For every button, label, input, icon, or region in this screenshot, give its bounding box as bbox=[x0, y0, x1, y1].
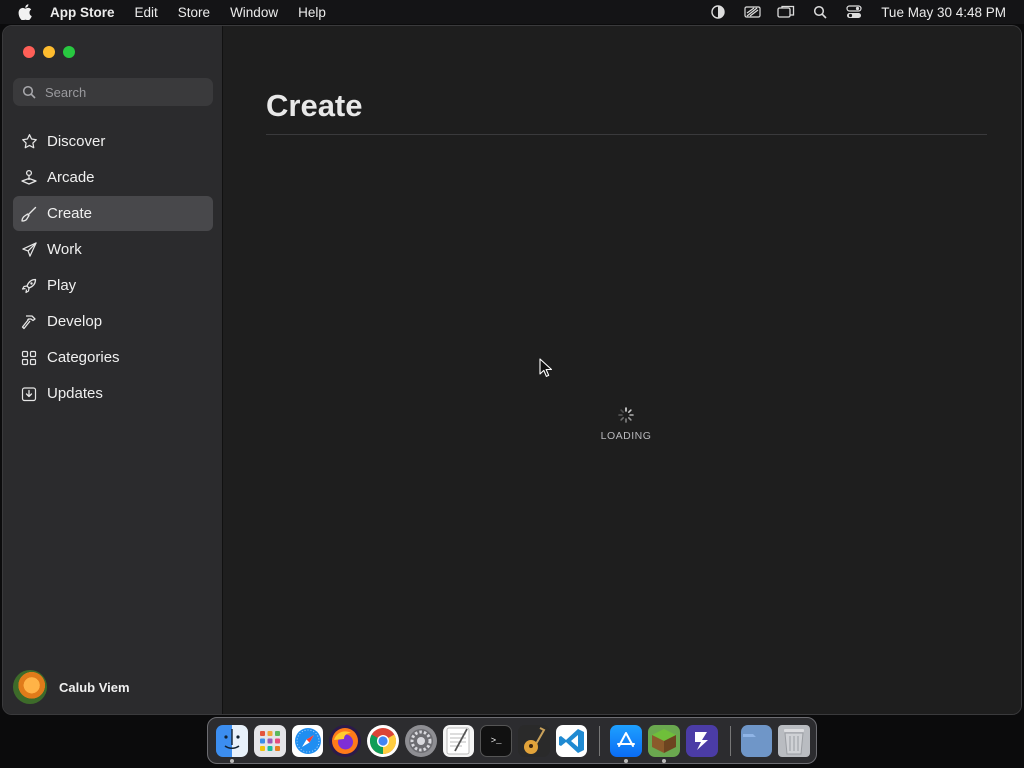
brush-icon bbox=[20, 205, 38, 223]
running-indicator bbox=[624, 758, 629, 763]
menu-edit[interactable]: Edit bbox=[135, 5, 158, 20]
dock-launchpad-icon[interactable] bbox=[254, 724, 286, 757]
search-icon bbox=[22, 85, 36, 99]
sidebar-item-play[interactable]: Play bbox=[13, 268, 213, 303]
control-center-icon[interactable] bbox=[845, 4, 863, 20]
dock-downloads-folder-icon[interactable] bbox=[740, 724, 773, 757]
running-indicator bbox=[662, 758, 667, 763]
menu-app-name[interactable]: App Store bbox=[50, 5, 115, 20]
dock-finder-icon[interactable] bbox=[216, 724, 248, 763]
account-profile[interactable]: Calub Viem bbox=[13, 670, 130, 704]
joystick-icon bbox=[20, 169, 38, 187]
sidebar-item-label: Discover bbox=[47, 133, 106, 150]
dock-app-store-icon[interactable] bbox=[610, 724, 643, 763]
maximize-window-button[interactable] bbox=[63, 46, 75, 58]
sidebar-item-updates[interactable]: Updates bbox=[13, 376, 213, 411]
star-icon bbox=[20, 133, 38, 151]
search-input[interactable] bbox=[45, 84, 205, 100]
sidebar-item-label: Create bbox=[47, 205, 93, 222]
dock-trash-icon[interactable] bbox=[778, 724, 811, 757]
sidebar-item-arcade[interactable]: Arcade bbox=[13, 160, 213, 195]
menu-store[interactable]: Store bbox=[178, 5, 210, 20]
sidebar-nav: Discover Arcade Create Work Play Develop… bbox=[13, 124, 213, 412]
sidebar-item-label: Categories bbox=[47, 349, 120, 366]
avatar[interactable] bbox=[13, 670, 47, 704]
screen-mirroring-icon[interactable] bbox=[777, 4, 795, 20]
spotlight-icon[interactable] bbox=[811, 4, 829, 20]
sidebar-item-create[interactable]: Create bbox=[13, 196, 213, 231]
dock-garageband-icon[interactable] bbox=[518, 724, 550, 757]
title-divider bbox=[266, 134, 987, 135]
close-window-button[interactable] bbox=[23, 46, 35, 58]
main-content: Create LOADING bbox=[224, 26, 1021, 714]
battery-icon[interactable] bbox=[743, 4, 761, 20]
dock: >_ bbox=[207, 717, 817, 764]
dock-separator bbox=[599, 725, 601, 756]
download-icon bbox=[20, 385, 38, 403]
paper-plane-icon bbox=[20, 241, 38, 259]
profile-name[interactable]: Calub Viem bbox=[59, 680, 130, 695]
minimize-window-button[interactable] bbox=[43, 46, 55, 58]
terminal-prompt-icon: >_ bbox=[490, 735, 502, 746]
menu-bar: App Store Edit Store Window Help Tue May… bbox=[0, 0, 1024, 24]
apple-menu-icon[interactable] bbox=[18, 4, 36, 20]
dock-textedit-icon[interactable] bbox=[442, 724, 475, 757]
page-title: Create bbox=[266, 88, 363, 123]
dock-system-settings-icon[interactable] bbox=[404, 724, 437, 757]
sidebar-item-label: Arcade bbox=[47, 169, 95, 186]
grid-icon bbox=[20, 349, 38, 367]
menu-clock[interactable]: Tue May 30 4:48 PM bbox=[881, 5, 1006, 20]
dock-chrome-icon[interactable] bbox=[367, 724, 399, 757]
dock-safari-icon[interactable] bbox=[291, 724, 324, 757]
rocket-icon bbox=[20, 277, 38, 295]
mouse-pointer-icon bbox=[539, 358, 553, 378]
search-field[interactable] bbox=[13, 78, 213, 106]
sidebar-item-develop[interactable]: Develop bbox=[13, 304, 213, 339]
loading-label: LOADING bbox=[600, 430, 652, 442]
hammer-icon bbox=[20, 313, 38, 331]
dock-vscode-icon[interactable] bbox=[555, 724, 588, 757]
focus-icon[interactable] bbox=[709, 4, 727, 20]
menu-help[interactable]: Help bbox=[298, 5, 326, 20]
running-indicator bbox=[230, 758, 234, 763]
app-store-window: Discover Arcade Create Work bbox=[2, 25, 1022, 715]
sidebar: Discover Arcade Create Work bbox=[3, 26, 223, 714]
dock-jet-app-icon[interactable] bbox=[685, 724, 718, 757]
dock-firefox-icon[interactable] bbox=[329, 724, 362, 757]
dock-separator bbox=[729, 725, 731, 756]
sidebar-item-work[interactable]: Work bbox=[13, 232, 213, 267]
loading-spinner-icon bbox=[617, 406, 635, 424]
dock-minecraft-icon[interactable] bbox=[648, 724, 680, 763]
sidebar-item-label: Develop bbox=[47, 313, 103, 330]
sidebar-item-label: Updates bbox=[47, 385, 103, 402]
sidebar-item-discover[interactable]: Discover bbox=[13, 124, 213, 159]
sidebar-item-label: Work bbox=[47, 241, 82, 258]
window-controls bbox=[23, 46, 83, 58]
dock-terminal-icon[interactable]: >_ bbox=[480, 724, 513, 757]
loading-indicator: LOADING bbox=[574, 406, 678, 442]
sidebar-item-categories[interactable]: Categories bbox=[13, 340, 213, 375]
menu-window[interactable]: Window bbox=[230, 5, 278, 20]
sidebar-item-label: Play bbox=[47, 277, 77, 294]
